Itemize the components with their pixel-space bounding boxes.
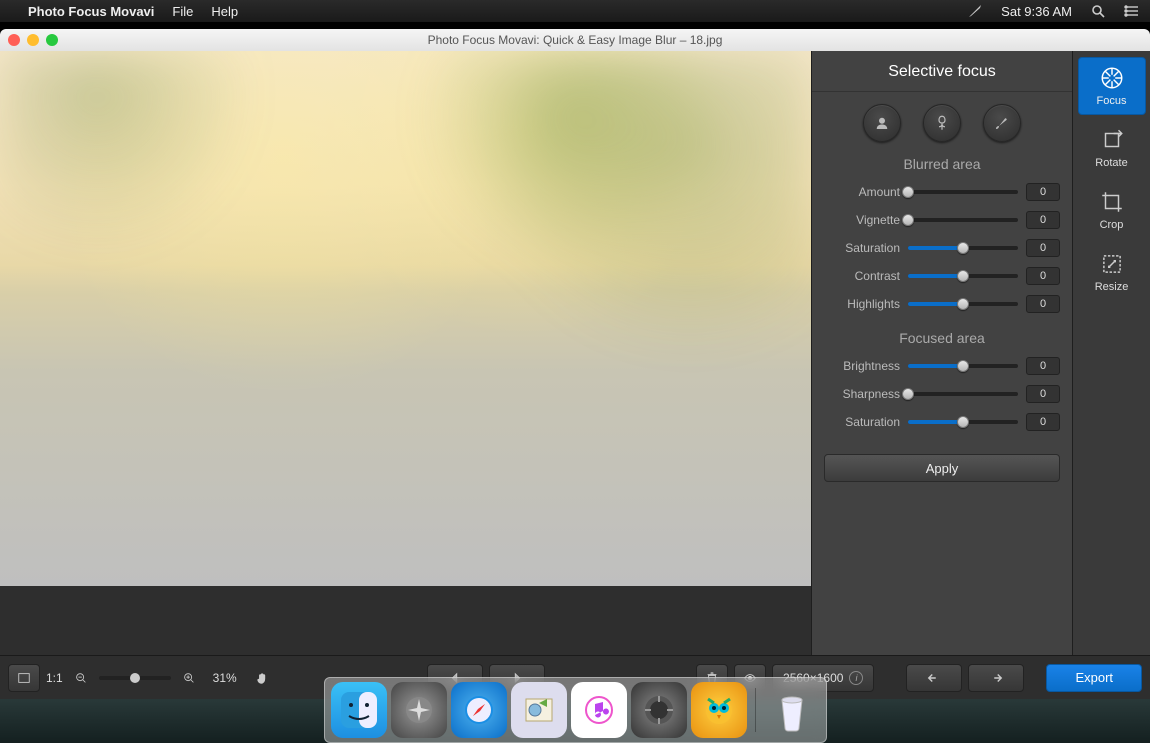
slider-track-contrast[interactable]	[908, 274, 1018, 278]
slider-track-sharpness[interactable]	[908, 392, 1018, 396]
dock-finder-icon[interactable]	[331, 682, 387, 738]
dock-launchpad-icon[interactable]	[391, 682, 447, 738]
slider-value-saturation: 0	[1026, 239, 1060, 257]
slider-value-sharpness: 0	[1026, 385, 1060, 403]
slider-value-contrast: 0	[1026, 267, 1060, 285]
macos-menubar: Photo Focus Movavi File Help Sat 9:36 AM	[0, 0, 1150, 22]
slider-sharpness: Sharpness 0	[824, 380, 1060, 408]
spotlight-icon[interactable]	[1090, 3, 1106, 19]
zoom-slider[interactable]	[99, 676, 171, 680]
undo-button[interactable]	[906, 664, 962, 692]
slider-label-amount: Amount	[824, 185, 900, 199]
window-zoom-button[interactable]	[46, 34, 58, 46]
tool-tab-label: Resize	[1095, 281, 1129, 293]
menubar-extra-icon[interactable]	[967, 3, 983, 19]
window-title: Photo Focus Movavi: Quick & Easy Image B…	[0, 33, 1150, 47]
zoom-percentage: 31%	[207, 671, 243, 685]
slider-track-saturation[interactable]	[908, 246, 1018, 250]
focused-area-label: Focused area	[812, 322, 1072, 352]
menu-file[interactable]: File	[172, 4, 193, 19]
slider-label-sharpness: Sharpness	[824, 387, 900, 401]
focus-mode-macro-button[interactable]	[923, 104, 961, 142]
slider-value-brightness: 0	[1026, 357, 1060, 375]
slider-vignette: Vignette 0	[824, 206, 1060, 234]
image-canvas[interactable]	[0, 51, 811, 655]
slider-label-vignette: Vignette	[824, 213, 900, 227]
tool-rail: Focus Rotate Crop Resize	[1072, 51, 1150, 655]
menubar-clock: Sat 9:36 AM	[1001, 4, 1072, 19]
window-minimize-button[interactable]	[27, 34, 39, 46]
photo-preview	[0, 51, 811, 586]
app-window: Photo Focus Movavi: Quick & Easy Image B…	[0, 22, 1150, 699]
focus-mode-brush-button[interactable]	[983, 104, 1021, 142]
notification-center-icon[interactable]	[1124, 3, 1140, 19]
tool-tab-label: Focus	[1097, 95, 1127, 107]
fit-screen-button[interactable]	[8, 664, 40, 692]
pan-hand-button[interactable]	[249, 664, 277, 692]
zoom-out-button[interactable]	[69, 664, 93, 692]
panel-title: Selective focus	[812, 51, 1072, 92]
slider-saturation2: Saturation 0	[824, 408, 1060, 436]
app-menu[interactable]: Photo Focus Movavi	[28, 4, 154, 19]
macos-dock	[324, 677, 827, 743]
tool-tab-label: Crop	[1100, 219, 1124, 231]
actual-size-button[interactable]: 1:1	[46, 671, 63, 685]
tool-tab-resize[interactable]: Resize	[1078, 243, 1146, 301]
slider-track-saturation2[interactable]	[908, 420, 1018, 424]
slider-amount: Amount 0	[824, 178, 1060, 206]
menu-help[interactable]: Help	[211, 4, 238, 19]
slider-contrast: Contrast 0	[824, 262, 1060, 290]
slider-track-amount[interactable]	[908, 190, 1018, 194]
selective-focus-panel: Selective focus Blurred area Amount0Vign…	[811, 51, 1072, 655]
window-titlebar: Photo Focus Movavi: Quick & Easy Image B…	[0, 29, 1150, 51]
slider-value-highlights: 0	[1026, 295, 1060, 313]
redo-button[interactable]	[968, 664, 1024, 692]
tool-tab-label: Rotate	[1095, 157, 1127, 169]
dock-app-owl-icon[interactable]	[691, 682, 747, 738]
slider-track-brightness[interactable]	[908, 364, 1018, 368]
tool-tab-crop[interactable]: Crop	[1078, 181, 1146, 239]
blurred-area-label: Blurred area	[812, 148, 1072, 178]
slider-track-vignette[interactable]	[908, 218, 1018, 222]
slider-track-highlights[interactable]	[908, 302, 1018, 306]
dock-trash-icon[interactable]	[764, 682, 820, 738]
dock-mail-icon[interactable]	[511, 682, 567, 738]
dock-safari-icon[interactable]	[451, 682, 507, 738]
dock-itunes-icon[interactable]	[571, 682, 627, 738]
slider-value-amount: 0	[1026, 183, 1060, 201]
export-button[interactable]: Export	[1046, 664, 1142, 692]
slider-label-brightness: Brightness	[824, 359, 900, 373]
slider-saturation: Saturation 0	[824, 234, 1060, 262]
slider-label-contrast: Contrast	[824, 269, 900, 283]
slider-value-vignette: 0	[1026, 211, 1060, 229]
zoom-in-button[interactable]	[177, 664, 201, 692]
window-close-button[interactable]	[8, 34, 20, 46]
apply-button[interactable]: Apply	[824, 454, 1060, 482]
slider-label-saturation2: Saturation	[824, 415, 900, 429]
dock-settings-icon[interactable]	[631, 682, 687, 738]
slider-value-saturation2: 0	[1026, 413, 1060, 431]
focus-mode-portrait-button[interactable]	[863, 104, 901, 142]
tool-tab-focus[interactable]: Focus	[1078, 57, 1146, 115]
slider-brightness: Brightness 0	[824, 352, 1060, 380]
slider-highlights: Highlights 0	[824, 290, 1060, 318]
info-icon[interactable]: i	[849, 671, 863, 685]
slider-label-saturation: Saturation	[824, 241, 900, 255]
tool-tab-rotate[interactable]: Rotate	[1078, 119, 1146, 177]
slider-label-highlights: Highlights	[824, 297, 900, 311]
